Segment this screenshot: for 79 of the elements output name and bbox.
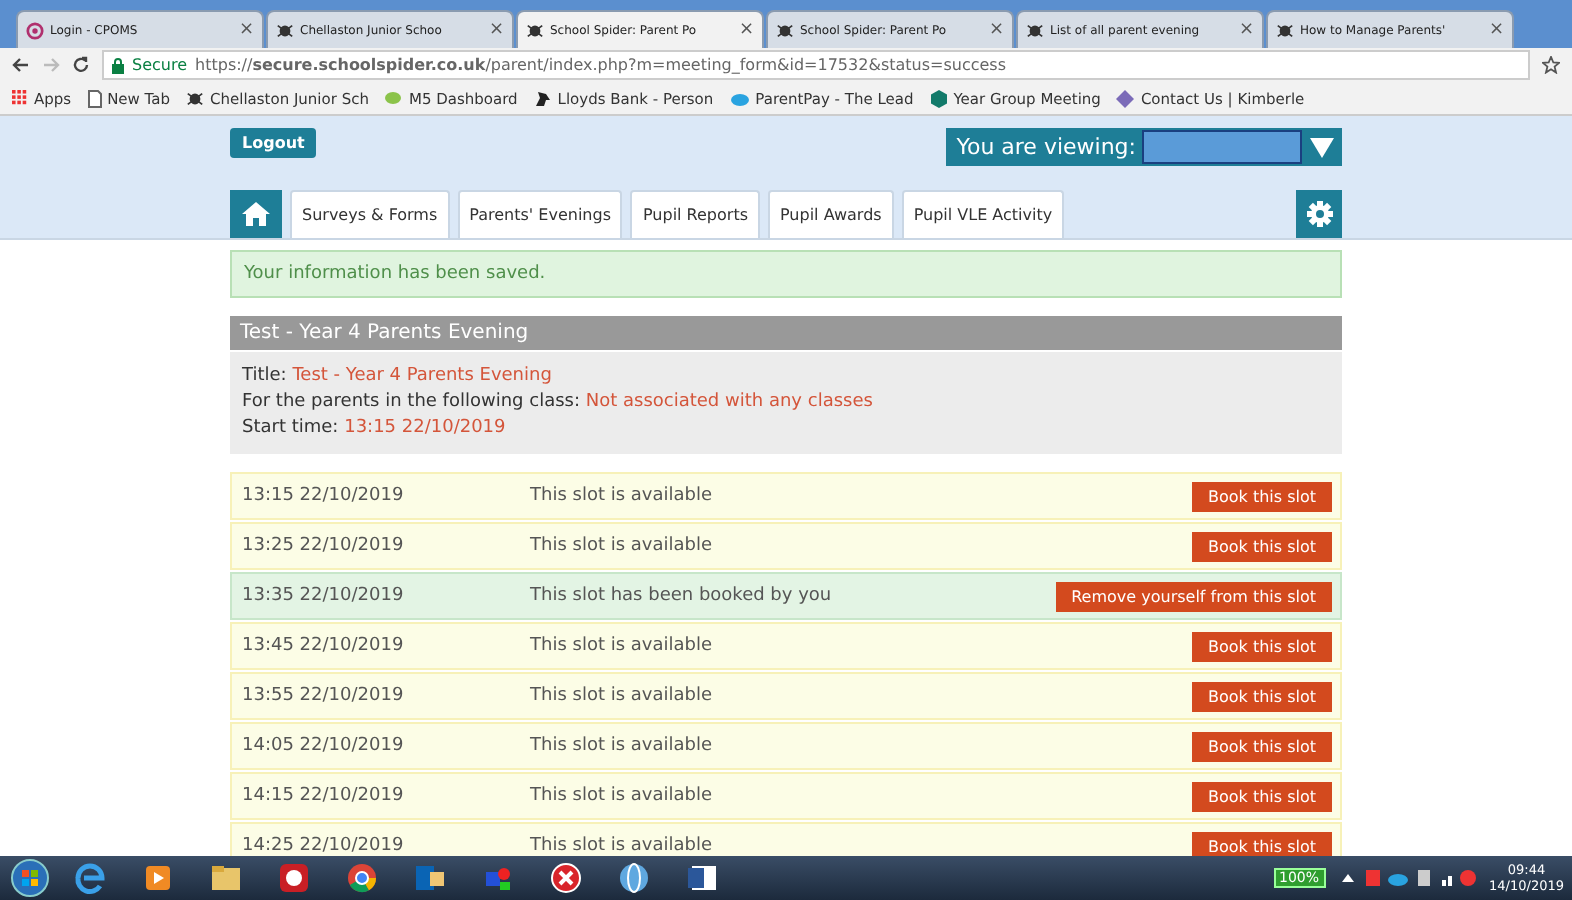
lock-icon xyxy=(112,57,124,73)
detail-value: 13:15 22/10/2019 xyxy=(344,418,506,438)
browser-e-icon xyxy=(72,860,108,896)
slot-status: This slot is available xyxy=(530,636,715,656)
logout-button[interactable]: Logout xyxy=(230,128,317,158)
spider-icon xyxy=(1276,21,1294,39)
star-icon[interactable] xyxy=(1542,56,1560,74)
slot-status: This slot is available xyxy=(530,536,715,556)
home-icon xyxy=(240,200,272,228)
book-slot-button[interactable]: Book this slot xyxy=(1191,831,1332,856)
viewing-label: You are viewing: xyxy=(954,134,1138,160)
settings-icon xyxy=(1305,200,1333,228)
slot-status: This slot is available xyxy=(530,736,715,756)
spider-icon xyxy=(1026,21,1044,39)
close-icon[interactable]: × xyxy=(988,20,1004,40)
book-slot-button[interactable]: Book this slot xyxy=(1191,781,1332,811)
slot-time: 14:25 22/10/2019 xyxy=(242,836,406,856)
slot-time: 13:45 22/10/2019 xyxy=(242,636,406,656)
diamond-icon xyxy=(1116,89,1135,107)
slot-status: This slot has been booked by you xyxy=(530,586,834,606)
nav-tab[interactable]: Pupil Awards xyxy=(768,190,894,238)
nav-tab[interactable]: Pupil Reports xyxy=(630,190,760,238)
mail-app-icon xyxy=(412,860,448,896)
detail-label: For the parents in the following class: xyxy=(242,392,580,412)
close-icon[interactable]: × xyxy=(1488,20,1504,40)
tray-icons-drawing xyxy=(1337,868,1478,888)
chrome-icon xyxy=(344,860,380,896)
spider-icon xyxy=(276,21,294,39)
page-icon xyxy=(87,89,102,107)
slot-status: This slot is available xyxy=(530,686,715,706)
detail-value: Not associated with any classes xyxy=(585,392,873,412)
address-bar[interactable]: Secure https://secure.schoolspider.co.uk/parent/index.php?m=meeting_form&id=17532&status=success xyxy=(102,50,1530,80)
book-slot-button[interactable]: Book this slot xyxy=(1191,681,1332,711)
slot-status: This slot is available xyxy=(530,486,715,506)
viewing-selector[interactable]: You are viewing: xyxy=(946,128,1342,166)
document-app-icon xyxy=(684,860,720,896)
target-icon xyxy=(26,21,44,39)
close-icon[interactable]: × xyxy=(1238,20,1254,40)
settings-button[interactable] xyxy=(1296,190,1342,238)
remove-slot-button[interactable]: Remove yourself from this slot xyxy=(1055,581,1332,611)
detail-value: Test - Year 4 Parents Evening xyxy=(292,366,552,386)
spider-icon xyxy=(526,21,544,39)
start-orb-icon[interactable] xyxy=(8,858,52,898)
book-slot-button[interactable]: Book this slot xyxy=(1191,631,1332,661)
hexagon-icon xyxy=(929,89,948,107)
slot-time: 14:05 22/10/2019 xyxy=(242,736,406,756)
slot-time: 14:15 22/10/2019 xyxy=(242,786,406,806)
spider-icon xyxy=(186,89,205,107)
folder-icon xyxy=(208,860,244,896)
home-button[interactable] xyxy=(230,190,282,238)
nav-tab[interactable]: Pupil VLE Activity xyxy=(901,190,1065,238)
slot-time: 13:35 22/10/2019 xyxy=(242,586,406,606)
slot-time: 13:55 22/10/2019 xyxy=(242,686,406,706)
detail-label: Title: xyxy=(242,366,287,386)
nav-tab[interactable]: Parents' Evenings xyxy=(457,190,623,238)
close-icon[interactable]: × xyxy=(238,20,254,40)
nav-tab[interactable]: Surveys & Forms xyxy=(290,190,450,238)
slot-time: 13:25 22/10/2019 xyxy=(242,536,406,556)
globe-icon xyxy=(616,860,652,896)
success-alert: Your information has been saved. xyxy=(230,250,1342,298)
close-icon[interactable]: × xyxy=(738,20,754,40)
book-slot-button[interactable]: Book this slot xyxy=(1191,531,1332,561)
slot-time: 13:15 22/10/2019 xyxy=(242,486,406,506)
secure-label: Secure xyxy=(132,56,188,74)
reload-icon[interactable] xyxy=(72,56,90,74)
panel-heading: Test - Year 4 Parents Evening xyxy=(230,316,1342,350)
circle-app-icon xyxy=(276,860,312,896)
play-icon xyxy=(140,860,176,896)
slot-status: This slot is available xyxy=(530,786,715,806)
detail-label: Start time: xyxy=(242,418,339,438)
url-text: https://secure.schoolspider.co.uk/parent/index.php?m=meeting_form&id=17532&status=success xyxy=(195,56,1007,74)
book-slot-button[interactable]: Book this slot xyxy=(1191,481,1332,511)
apps-grid-icon xyxy=(12,90,28,106)
stop-icon xyxy=(548,860,584,896)
spider-icon xyxy=(776,21,794,39)
book-slot-button[interactable]: Book this slot xyxy=(1191,731,1332,761)
slot-status: This slot is available xyxy=(530,836,715,856)
close-icon[interactable]: × xyxy=(488,20,504,40)
back-arrow-icon[interactable] xyxy=(12,56,30,74)
